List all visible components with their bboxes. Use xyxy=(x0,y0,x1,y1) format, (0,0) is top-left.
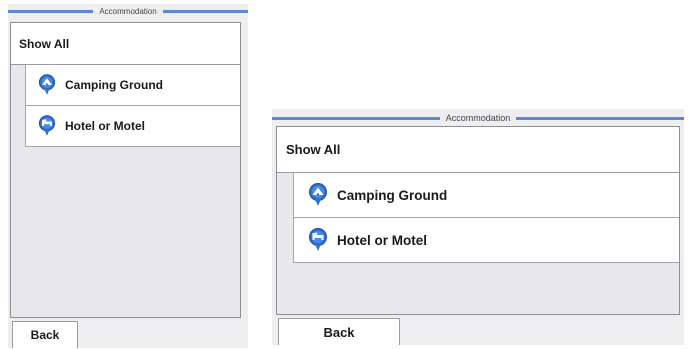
hotel-bed-pin-icon xyxy=(308,228,328,252)
list-item-show-all[interactable]: Show All xyxy=(11,23,240,65)
category-list: Show All Camping Ground Hotel or Motel xyxy=(10,22,241,318)
titlebar-line-right xyxy=(516,116,684,120)
list-item-label: Hotel or Motel xyxy=(337,232,427,248)
list-item-camping-ground[interactable]: Camping Ground xyxy=(25,65,240,106)
list-item-show-all[interactable]: Show All xyxy=(277,127,679,173)
titlebar-line-left xyxy=(272,116,440,120)
back-button[interactable]: Back xyxy=(12,321,78,348)
list-item-hotel-or-motel[interactable]: Hotel or Motel xyxy=(25,106,240,147)
list-item-label: Camping Ground xyxy=(337,187,448,203)
list-item-label: Show All xyxy=(19,36,70,51)
back-button[interactable]: Back xyxy=(278,318,400,345)
list-item-label: Show All xyxy=(286,142,341,157)
screen-titlebar: Accommodation xyxy=(272,109,684,127)
camping-tent-pin-icon xyxy=(308,183,328,207)
hotel-bed-pin-icon xyxy=(38,115,56,137)
accommodation-screen-right: Accommodation Show All Camping Ground Ho… xyxy=(272,109,684,345)
list-item-hotel-or-motel[interactable]: Hotel or Motel xyxy=(293,218,679,263)
list-item-label: Camping Ground xyxy=(65,78,163,92)
screen-title: Accommodation xyxy=(445,113,511,123)
list-item-camping-ground[interactable]: Camping Ground xyxy=(293,173,679,218)
titlebar-line-left xyxy=(8,9,94,13)
screen-titlebar: Accommodation xyxy=(8,4,248,18)
screen-title: Accommodation xyxy=(99,6,157,16)
accommodation-screen-left: Accommodation Show All Camping Ground Ho… xyxy=(8,4,248,348)
list-item-label: Hotel or Motel xyxy=(65,119,145,133)
category-list: Show All Camping Ground Hotel or Motel xyxy=(276,126,680,315)
camping-tent-pin-icon xyxy=(38,74,56,96)
titlebar-line-right xyxy=(162,9,248,13)
